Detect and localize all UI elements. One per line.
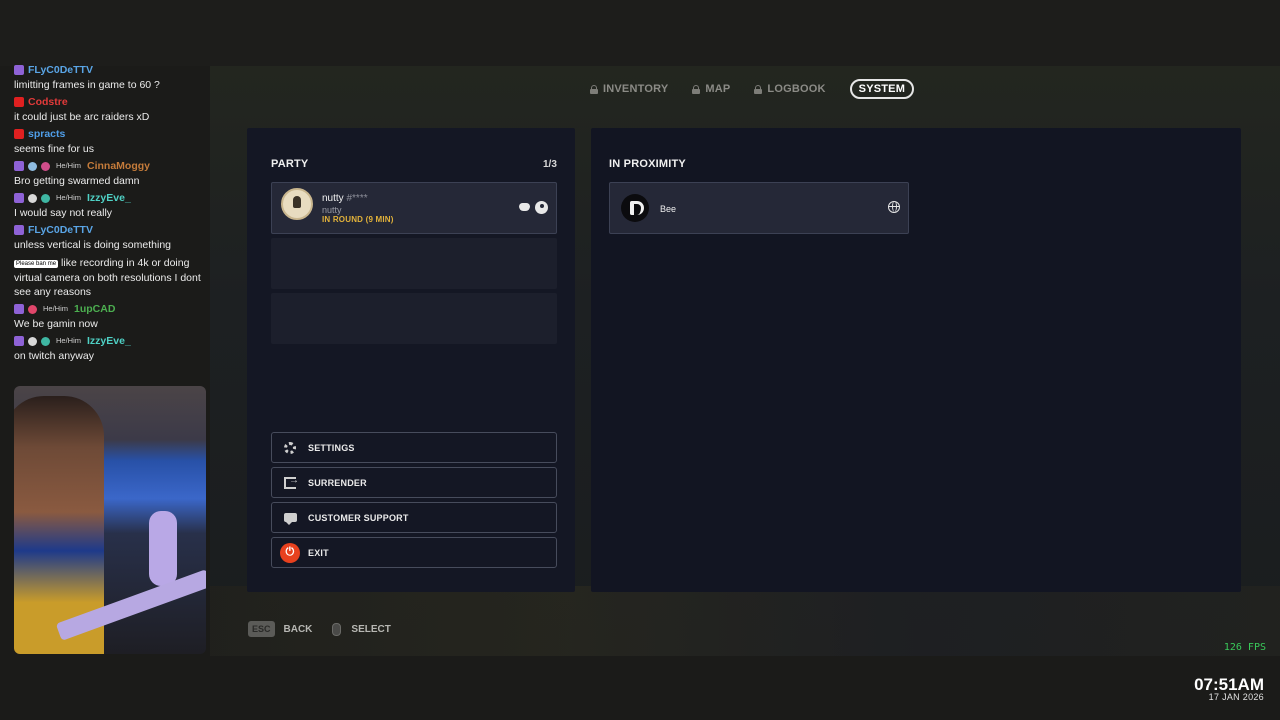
tab-map[interactable]: MAP xyxy=(692,83,730,95)
lock-icon xyxy=(754,85,763,94)
heart-badge-icon xyxy=(28,304,37,314)
settings-label: SETTINGS xyxy=(308,442,355,453)
tab-map-label: MAP xyxy=(705,83,731,95)
pronoun-tag: He/Him xyxy=(56,161,82,170)
empty-party-slot[interactable] xyxy=(271,238,557,289)
member-status: IN ROUND (9 MIN) xyxy=(322,215,394,224)
mouse-icon xyxy=(332,622,342,636)
shield-badge-icon xyxy=(28,336,37,346)
tab-system-label: SYSTEM xyxy=(858,83,906,95)
twitch-icon xyxy=(14,65,24,75)
proximity-player-card[interactable]: Bee xyxy=(609,182,909,234)
avatar xyxy=(281,188,313,220)
chat-username: spracts xyxy=(28,128,66,140)
tab-logbook-label: LOGBOOK xyxy=(767,83,826,95)
chat-text: it could just be arc raiders xD xyxy=(14,111,150,123)
player-logo-icon xyxy=(621,194,649,222)
lock-icon xyxy=(692,85,701,94)
chat-message: Codstre it could just be arc raiders xD xyxy=(14,94,210,124)
chat-text: Please ban me like recording in 4k or doi… xyxy=(14,257,201,298)
chat-message: He/Him IzzyEve_ on twitch anyway xyxy=(14,333,210,363)
empty-party-slot[interactable] xyxy=(271,293,557,344)
youtube-icon xyxy=(14,129,24,139)
party-count: 1/3 xyxy=(543,159,557,170)
shield-badge-icon xyxy=(28,161,37,171)
footer-hints: ESC BACK SELECT xyxy=(248,621,391,637)
main-nav: INVENTORY MAP LOGBOOK SYSTEM xyxy=(590,78,915,100)
youtube-icon xyxy=(14,97,24,107)
chat-username: CinnaMoggy xyxy=(87,160,151,172)
chat-text: limitting frames in game to 60 ? xyxy=(14,79,160,91)
pronoun-tag: He/Him xyxy=(56,193,82,202)
sub-badge-icon xyxy=(41,193,50,203)
chat-message: He/Him 1upCAD We be gamin now xyxy=(14,301,210,331)
pronoun-tag: He/Him xyxy=(56,336,82,345)
surrender-label: SURRENDER xyxy=(308,477,367,488)
tab-logbook[interactable]: LOGBOOK xyxy=(754,83,825,95)
microphone xyxy=(149,511,177,586)
sub-badge-icon xyxy=(41,336,50,346)
chat-text: We be gamin now xyxy=(14,318,98,330)
shield-badge-icon xyxy=(28,193,37,203)
member-tag: #**** xyxy=(346,193,368,204)
customer-support-label: CUSTOMER SUPPORT xyxy=(308,512,409,523)
gear-icon xyxy=(284,441,296,454)
chat-text: I would say not really xyxy=(14,207,113,219)
chat-message: He/Him IzzyEve_ I would say not really xyxy=(14,190,210,220)
lock-icon xyxy=(590,85,598,94)
member-username: nutty xyxy=(322,205,342,215)
exit-button[interactable]: ⏻ EXIT xyxy=(271,537,557,568)
chat-username: 1upCAD xyxy=(74,303,116,315)
party-member-card[interactable]: nutty #**** nutty IN ROUND (9 MIN) xyxy=(271,182,557,234)
select-hint: SELECT xyxy=(351,623,391,635)
webcam-feed xyxy=(14,386,206,654)
settings-button[interactable]: SETTINGS xyxy=(271,432,557,463)
pronoun-tag: He/Him xyxy=(43,304,69,313)
chat-username: IzzyEve_ xyxy=(87,335,131,347)
chat-message: FLyC0DeTTV limitting frames in game to 6… xyxy=(14,62,210,92)
gift-badge-icon xyxy=(41,161,50,171)
customer-support-button[interactable]: CUSTOMER SUPPORT xyxy=(271,502,557,533)
chat-message: He/Him CinnaMoggy Bro getting swarmed dam… xyxy=(14,158,210,188)
member-name: nutty #**** xyxy=(322,193,368,204)
proximity-title: IN PROXIMITY xyxy=(609,158,686,170)
twitch-icon xyxy=(14,161,24,171)
back-hint[interactable]: BACK xyxy=(284,624,313,635)
please-ban-me-badge: Please ban me xyxy=(14,260,59,268)
discord-icon xyxy=(519,203,530,211)
exit-label: EXIT xyxy=(308,547,329,558)
party-title: PARTY xyxy=(271,158,309,170)
stream-chat: FLyC0DeTTV limitting frames in game to 6… xyxy=(14,62,210,365)
tab-inventory-label: INVENTORY xyxy=(603,83,669,95)
surrender-button[interactable]: SURRENDER xyxy=(271,467,557,498)
proximity-player-name: Bee xyxy=(660,204,677,214)
chat-bubbles-icon xyxy=(283,513,297,525)
door-exit-icon xyxy=(284,475,299,489)
chat-message: Please ban me like recording in 4k or doi… xyxy=(14,256,210,299)
twitch-icon xyxy=(14,336,24,346)
power-icon: ⏻ xyxy=(280,542,300,563)
chat-text: seems fine for us xyxy=(14,143,94,155)
chat-text: on twitch anyway xyxy=(14,350,94,362)
steam-icon xyxy=(535,201,548,214)
tab-system[interactable]: SYSTEM xyxy=(849,79,915,99)
twitch-icon xyxy=(14,193,24,203)
globe-icon xyxy=(888,201,900,213)
chat-text: unless vertical is doing something xyxy=(14,239,171,251)
tab-inventory[interactable]: INVENTORY xyxy=(590,83,668,95)
twitch-icon xyxy=(14,304,24,314)
chat-username: IzzyEve_ xyxy=(87,192,131,204)
fps-counter: 126 FPS xyxy=(1223,642,1266,653)
chat-username: FLyC0DeTTV xyxy=(28,64,93,76)
twitch-icon xyxy=(14,225,24,235)
chat-message: spracts seems fine for us xyxy=(14,126,210,156)
chat-username: Codstre xyxy=(28,96,68,108)
chat-text: Bro getting swarmed damn xyxy=(14,175,140,187)
esc-key-icon: ESC xyxy=(248,621,275,637)
chat-username: FLyC0DeTTV xyxy=(28,224,93,236)
chat-message: FLyC0DeTTV unless vertical is doing some… xyxy=(14,222,210,252)
stream-top-bar xyxy=(0,0,1280,66)
clock-date: 17 JAN 2026 xyxy=(1208,692,1264,702)
